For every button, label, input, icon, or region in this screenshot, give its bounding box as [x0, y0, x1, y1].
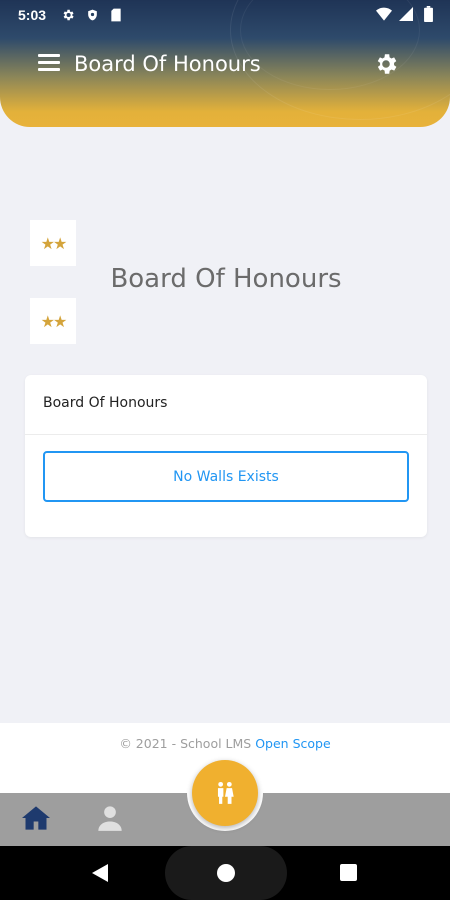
- honour-badge-icon: ★★: [30, 220, 76, 266]
- stars-icon: ★★: [40, 311, 68, 331]
- settings-icon: [60, 7, 76, 23]
- stars-icon: ★★: [40, 233, 68, 253]
- signal-icon: [398, 6, 414, 22]
- honour-badge-icon: ★★: [30, 298, 76, 344]
- system-navigation-bar: [0, 846, 450, 900]
- hero-title: Board Of Honours: [110, 264, 342, 294]
- home-icon[interactable]: [22, 805, 52, 833]
- system-home-icon[interactable]: [217, 864, 235, 882]
- app-header: 5:03 Board Of Honours: [0, 0, 450, 127]
- card-header: Board Of Honours: [25, 375, 427, 435]
- back-icon[interactable]: [90, 863, 110, 883]
- honours-card: Board Of Honours No Walls Exists: [25, 375, 427, 537]
- wifi-icon: [376, 6, 392, 22]
- shield-icon: [84, 7, 100, 23]
- status-time: 5:03: [18, 7, 47, 23]
- recent-apps-icon[interactable]: [340, 864, 357, 881]
- battery-icon: [420, 6, 436, 22]
- empty-state-message: No Walls Exists: [43, 451, 409, 502]
- status-bar: 5:03: [0, 0, 450, 30]
- profile-icon[interactable]: [96, 804, 126, 834]
- gear-icon[interactable]: [373, 51, 399, 77]
- copyright-label: © 2021 - School LMS: [119, 736, 252, 751]
- open-scope-link[interactable]: Open Scope: [255, 736, 330, 751]
- parents-icon[interactable]: [192, 760, 258, 826]
- hamburger-menu-icon[interactable]: [38, 54, 62, 74]
- copyright-text: © 2021 - School LMS Open Scope: [0, 736, 450, 751]
- page-title: Board Of Honours: [74, 52, 261, 76]
- sd-card-icon: [108, 7, 124, 23]
